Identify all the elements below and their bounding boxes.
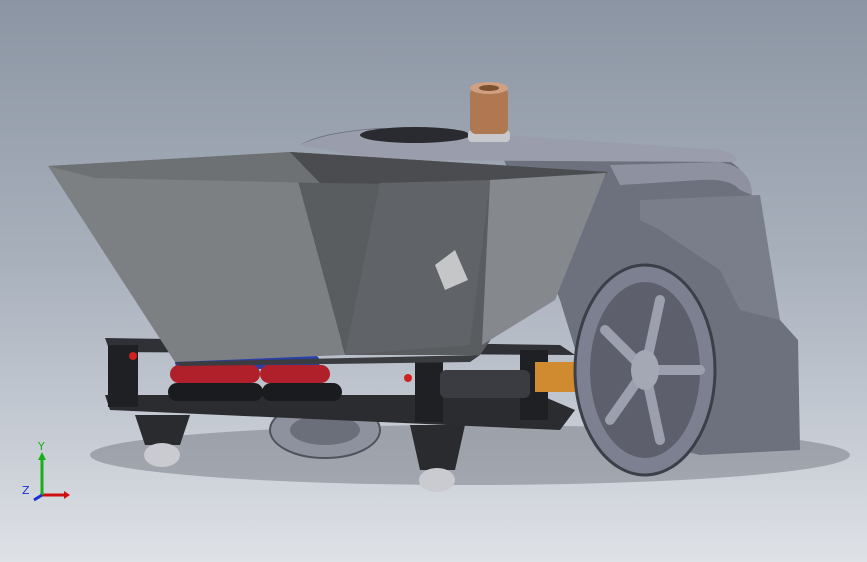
hopper[interactable] [48, 152, 608, 366]
top-vent [360, 127, 470, 143]
cad-viewport[interactable]: Y Z [0, 0, 867, 562]
z-axis-arrow [33, 493, 43, 502]
z-axis-label: Z [22, 484, 30, 497]
top-nozzle[interactable] [468, 82, 510, 142]
motor [440, 370, 530, 398]
front-wheel[interactable] [573, 263, 717, 477]
robot-3d-model[interactable] [0, 0, 867, 562]
orientation-triad: Y Z [22, 440, 70, 502]
y-axis-label: Y [37, 440, 45, 453]
